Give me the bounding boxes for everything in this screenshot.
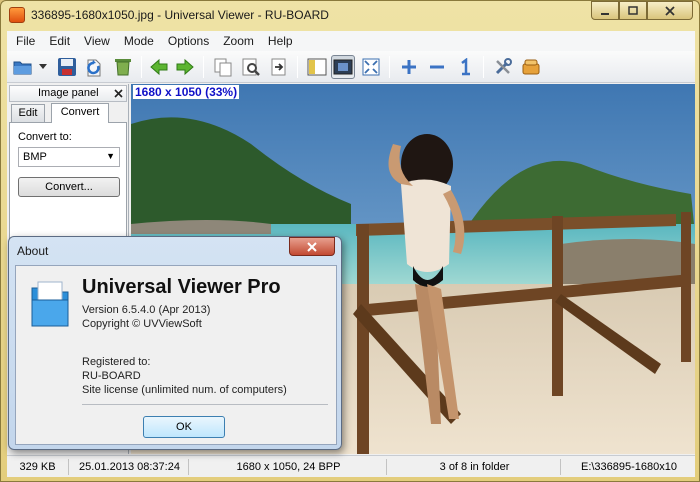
zoom-in-button[interactable] [397, 55, 421, 79]
minimize-button[interactable] [591, 1, 619, 20]
version-text: Version 6.5.4.0 (Apr 2013) [82, 304, 211, 316]
format-value: BMP [23, 151, 47, 163]
toolbar-separator [203, 56, 204, 78]
panel-close-button[interactable] [114, 86, 123, 101]
toolbar-separator [483, 56, 484, 78]
save-button[interactable] [55, 55, 79, 79]
zoom-in-icon [402, 60, 416, 74]
close-icon [307, 241, 317, 252]
open-folder-icon [13, 61, 32, 75]
fit-window-icon [333, 59, 353, 75]
toolbar-separator [297, 56, 298, 78]
chevron-down-icon: ▼ [106, 151, 115, 161]
open-button[interactable] [11, 55, 35, 79]
toolbar-separator [389, 56, 390, 78]
menu-bar: File Edit View Mode Options Zoom Help [7, 31, 695, 51]
about-close-button[interactable] [289, 237, 335, 256]
zoom-out-button[interactable] [425, 55, 449, 79]
license-text: Site license (unlimited num. of computer… [82, 384, 287, 396]
convert-button[interactable]: Convert... [18, 177, 120, 197]
close-button[interactable] [647, 1, 693, 20]
find-icon [242, 58, 260, 76]
menu-edit[interactable]: Edit [42, 31, 77, 51]
ok-button[interactable]: OK [143, 416, 225, 438]
settings-button[interactable] [491, 55, 515, 79]
dropdown-arrow-icon [39, 64, 47, 69]
about-dialog: About Universal Viewer Pro Version 6.5.4… [8, 236, 342, 450]
zoom-original-icon [461, 58, 470, 76]
status-bar: 329 KB 25.01.2013 08:37:24 1680 x 1050, … [7, 455, 695, 477]
zoom-label: 1680 x 1050 (33%) [133, 85, 240, 99]
delete-button[interactable] [111, 55, 135, 79]
app-icon [9, 7, 25, 23]
minimize-icon [601, 12, 609, 15]
toggle-panel-button[interactable] [305, 55, 329, 79]
convert-to-label: Convert to: [18, 131, 72, 143]
copy-icon [214, 58, 232, 77]
original-size-button[interactable] [453, 55, 477, 79]
status-path: E:\336895-1680x10 [580, 461, 678, 473]
maximize-icon [628, 5, 638, 15]
fullscreen-icon [362, 58, 380, 76]
about-title: About [17, 244, 49, 258]
tab-convert[interactable]: Convert [51, 103, 109, 123]
status-file-size: 329 KB [7, 459, 69, 475]
window-title: 336895-1680x1050.jpg - Universal Viewer … [31, 8, 329, 22]
menu-mode[interactable]: Mode [117, 31, 161, 51]
toolbar-separator [141, 56, 142, 78]
export-button[interactable] [267, 55, 291, 79]
reload-button[interactable] [83, 55, 107, 79]
fullscreen-button[interactable] [359, 55, 383, 79]
format-select[interactable]: BMP ▼ [18, 147, 120, 167]
close-icon [665, 5, 675, 16]
registered-to-label: Registered to: [82, 356, 151, 368]
status-date: 25.01.2013 08:37:24 [71, 459, 189, 475]
open-dropdown-button[interactable] [37, 55, 49, 79]
plugins-icon [522, 59, 540, 75]
menu-view[interactable]: View [77, 31, 117, 51]
menu-options[interactable]: Options [161, 31, 216, 51]
zoom-out-icon [430, 65, 444, 69]
next-button[interactable] [173, 55, 197, 79]
divider [82, 404, 328, 405]
plugins-button[interactable] [519, 55, 543, 79]
status-position: 3 of 8 in folder [389, 459, 561, 475]
panel-header: Image panel [9, 85, 127, 102]
copy-button[interactable] [211, 55, 235, 79]
fit-window-button[interactable] [331, 55, 355, 79]
app-logo-icon [31, 281, 69, 327]
settings-icon [495, 58, 512, 75]
tab-edit[interactable]: Edit [11, 104, 45, 122]
close-icon [114, 89, 123, 98]
menu-help[interactable]: Help [261, 31, 300, 51]
about-body: Universal Viewer Pro Version 6.5.4.0 (Ap… [15, 265, 337, 445]
toolbar [7, 51, 695, 83]
refresh-icon [87, 59, 101, 77]
panel-title: Image panel [38, 87, 99, 99]
arrow-left-icon [150, 58, 168, 76]
status-dimensions: 1680 x 1050, 24 BPP [191, 459, 387, 475]
copyright-text: Copyright © UVViewSoft [82, 318, 202, 330]
delete-icon [115, 59, 131, 76]
find-button[interactable] [239, 55, 263, 79]
previous-button[interactable] [147, 55, 171, 79]
caption-buttons [591, 1, 693, 21]
app-name: Universal Viewer Pro [82, 276, 281, 298]
menu-file[interactable]: File [9, 31, 42, 51]
save-icon [58, 58, 76, 76]
title-bar[interactable]: 336895-1680x1050.jpg - Universal Viewer … [1, 1, 699, 31]
export-icon [271, 58, 286, 76]
registered-name: RU-BOARD [82, 370, 141, 382]
menu-zoom[interactable]: Zoom [216, 31, 261, 51]
panel-icon [307, 58, 327, 76]
arrow-right-icon [176, 58, 194, 76]
maximize-button[interactable] [619, 1, 647, 20]
